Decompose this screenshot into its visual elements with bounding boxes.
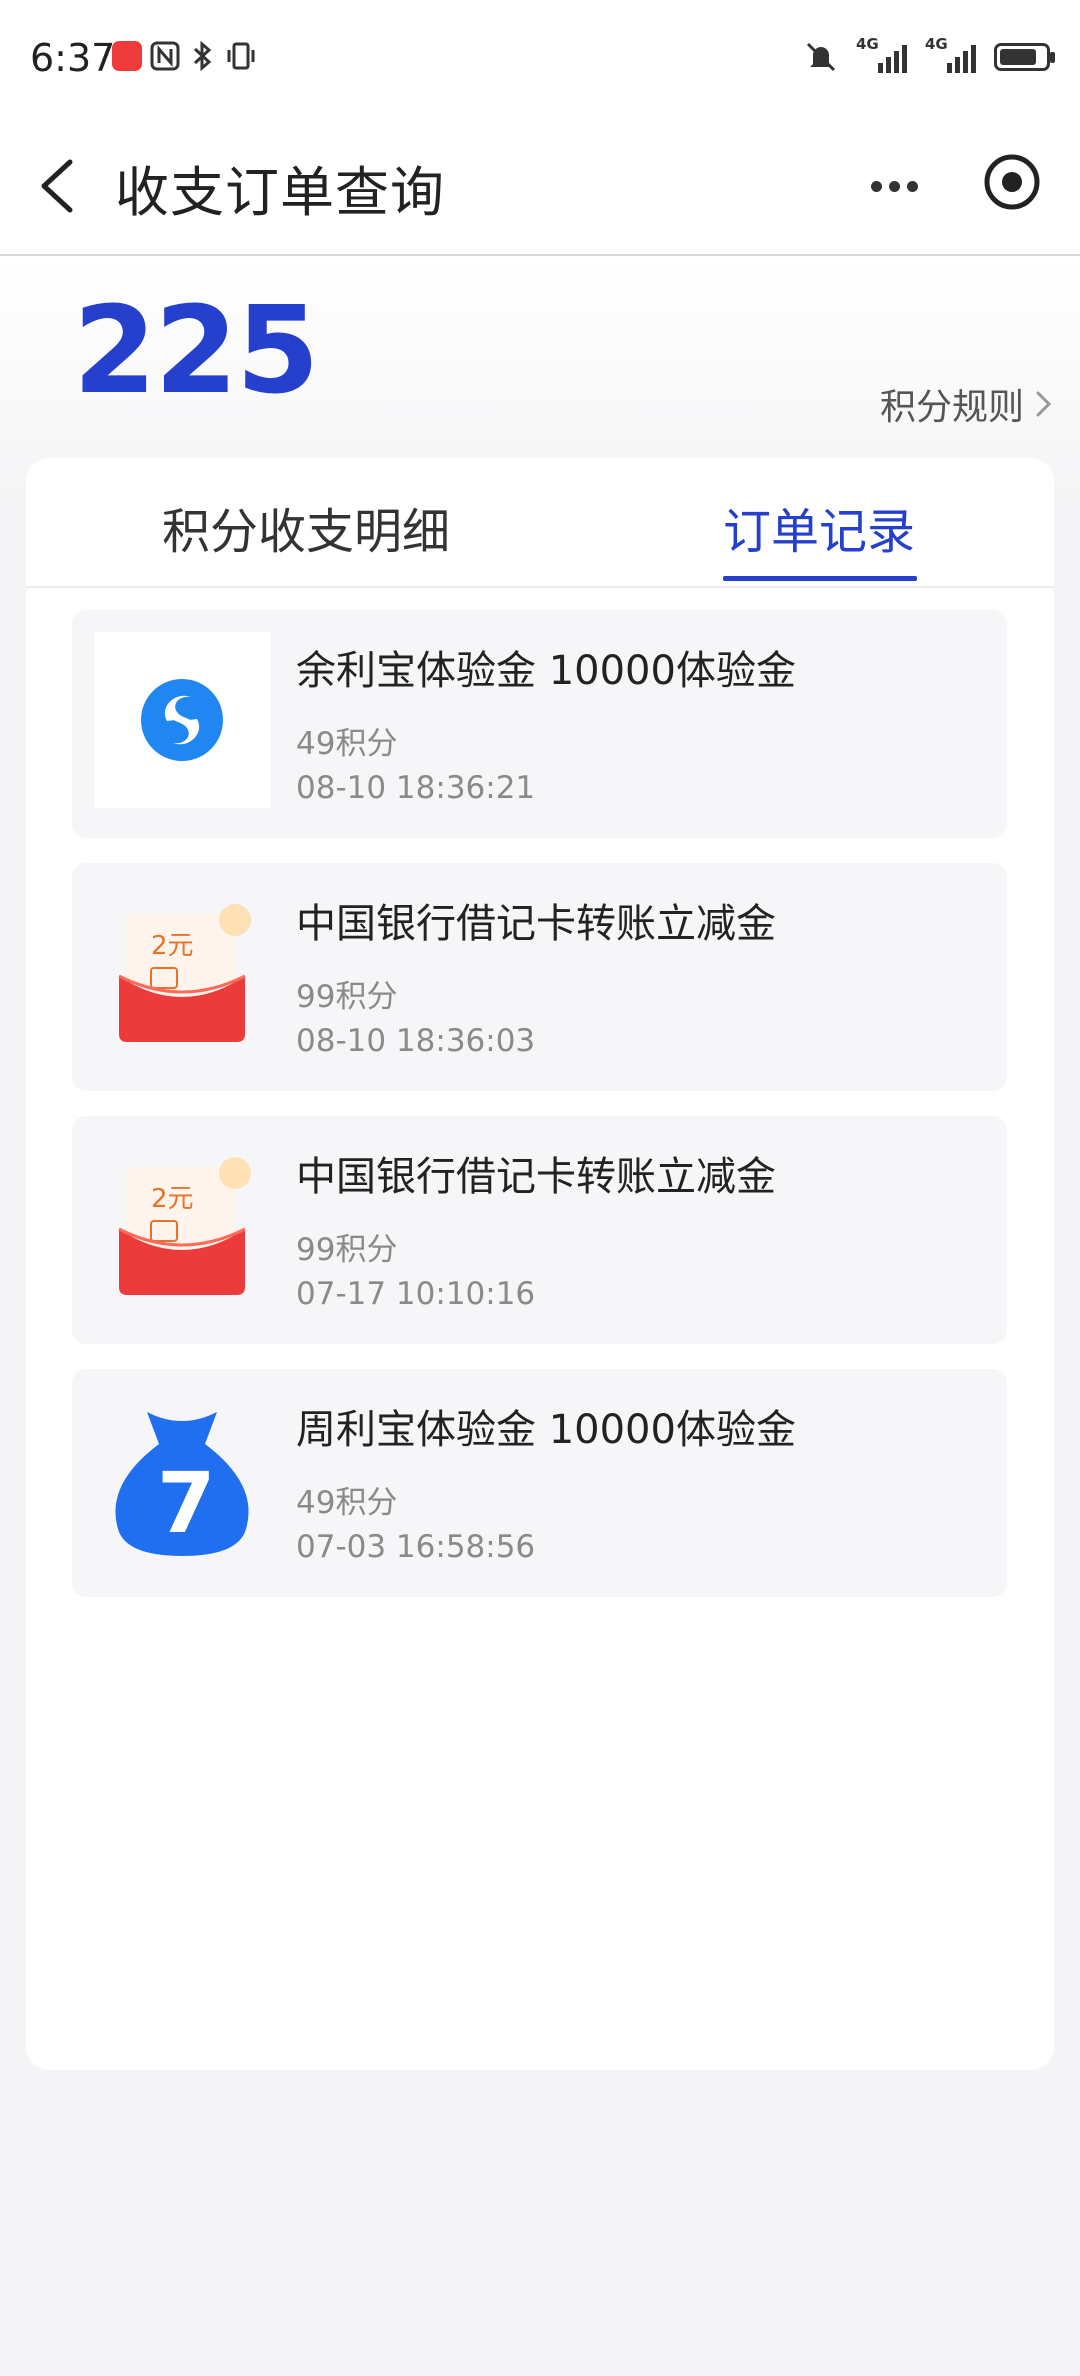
money-bag-icon: 7 [94,1391,270,1567]
tab-points-detail[interactable]: 积分收支明细 [162,492,450,562]
chevron-right-icon [1036,391,1052,417]
app-notification-icon [112,41,142,71]
order-time: 08-10 18:36:03 [296,1023,536,1059]
order-item[interactable]: 余利宝体验金 10000体验金 49积分 08-10 18:36:21 [72,610,1007,838]
page-title: 收支订单查询 [115,161,445,224]
signal-4g-icon: 4G [925,35,976,73]
order-points: 99积分 [296,979,398,1015]
order-points: 49积分 [296,726,398,762]
order-item[interactable]: 7 周利宝体验金 10000体验金 49积分 07-03 16:58:56 [72,1369,1007,1597]
order-title: 周利宝体验金 10000体验金 [296,1407,796,1453]
bluetooth-icon [193,40,212,72]
tab-bar: 积分收支明细 订单记录 [26,458,1054,588]
status-right-icons: 4G 4G [804,35,1055,74]
envelope-amount: 2元 [151,1184,194,1214]
order-item[interactable]: 2元 中国银行借记卡转账立减金 99积分 08-10 18:36:03 [72,863,1007,1091]
order-title: 余利宝体验金 10000体验金 [296,648,796,694]
order-time: 07-17 10:10:16 [296,1276,536,1312]
order-title: 中国银行借记卡转账立减金 [296,1154,776,1200]
order-title: 中国银行借记卡转账立减金 [296,901,776,947]
orders-card: 积分收支明细 订单记录 余利宝体验金 10000体验金 49积分 08-10 1… [26,458,1054,2070]
order-list: 余利宝体验金 10000体验金 49积分 08-10 18:36:21 2元 中… [72,610,1007,1622]
yulibao-logo-icon [94,632,270,808]
points-rules-label: 积分规则 [879,387,1024,428]
points-balance: 225 [73,282,319,421]
order-time: 07-03 16:58:56 [296,1529,536,1565]
network-label: 4G [856,35,879,53]
tab-order-records[interactable]: 订单记录 [723,492,915,562]
status-left-icons [112,40,256,72]
bag-number: 7 [157,1454,215,1552]
status-time: 6:37 [30,36,116,80]
active-tab-indicator [723,576,917,581]
battery-charging-icon [994,43,1055,71]
mute-icon [806,42,836,72]
target-icon[interactable] [980,150,1044,214]
nfc-icon [150,41,180,71]
chevron-left-icon[interactable] [30,154,90,218]
order-time: 08-10 18:36:21 [296,770,536,806]
network-label: 4G [925,35,948,53]
order-points: 99积分 [296,1232,398,1268]
order-item[interactable]: 2元 中国银行借记卡转账立减金 99积分 07-17 10:10:16 [72,1116,1007,1344]
envelope-amount: 2元 [151,931,194,961]
more-dots-icon[interactable] [860,158,928,214]
signal-4g-icon: 4G [856,35,907,73]
points-rules-link[interactable]: 积分规则 [880,378,1054,430]
status-bar: 6:37 4G 4G [0,0,1080,118]
red-envelope-icon: 2元 [94,1138,270,1314]
nav-bar: 收支订单查询 [0,118,1080,256]
vibrate-icon [227,42,255,70]
red-envelope-icon: 2元 [94,885,270,1061]
order-points: 49积分 [296,1485,398,1521]
